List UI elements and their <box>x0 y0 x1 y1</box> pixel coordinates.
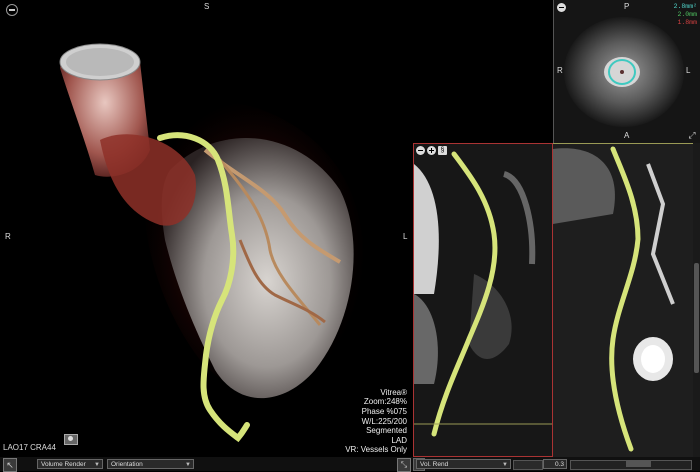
chevron-down-icon: ▼ <box>185 462 191 468</box>
info-line-vr-mode: VR: Vessels Only <box>345 445 407 455</box>
info-line-vendor: Vitrea® <box>380 387 407 397</box>
main-view-toolbar: ↖ Volume Render ▼ Orientation ▼ ⤡ <box>0 457 413 472</box>
horizontal-scrollbar-thumb[interactable] <box>626 461 651 467</box>
image-info-overlay: Vitrea® Zoom:248% Phase %075 W/L:225/200… <box>345 388 407 455</box>
horizontal-scrollbar[interactable] <box>570 460 692 470</box>
slab-thickness-value: 0.3 <box>554 461 564 468</box>
info-line-zoom: Zoom:248% <box>363 397 407 407</box>
volume-render-viewport[interactable]: S R L I Vitrea® Zoom:248% Phase %075 W/L… <box>0 0 413 471</box>
plus-icon[interactable] <box>427 146 436 155</box>
legend-diameter-min-text: 1.8mm <box>677 19 697 26</box>
info-line-phase: Phase %075 <box>361 407 407 417</box>
chevron-down-icon: ▼ <box>94 462 100 468</box>
render-mode-select[interactable]: Volume Render ▼ <box>37 459 103 469</box>
info-line-window-level: W/L:225/200 <box>361 416 407 426</box>
resize-icon[interactable]: ⤡ <box>397 458 411 472</box>
axial-cross-section-view[interactable]: P R L A 2.8mm² 2.0mm 1.8mm ⤢ <box>553 0 700 144</box>
info-line-vessel: LAD <box>391 435 407 445</box>
curved-mpr-view-left[interactable]: § <box>413 143 553 457</box>
vertical-scrollbar[interactable] <box>693 143 700 457</box>
axial-orientation-posterior: P <box>624 2 630 11</box>
minus-icon[interactable] <box>416 146 425 155</box>
orientation-left: L <box>403 232 408 241</box>
curved-mpr-image-left <box>414 144 552 456</box>
orientation-superior: S <box>204 2 210 11</box>
aorta-lumen <box>66 48 134 76</box>
view-angle-label: LAO17 CRA44 <box>3 443 56 452</box>
legend-diameter-min: 1.8mm <box>677 19 697 26</box>
curved-render-mode-select[interactable]: Vol. Rend ▼ <box>416 459 511 469</box>
legend-area-text: 2.8mm² <box>673 3 697 10</box>
render-mode-value: Volume Render <box>41 461 86 468</box>
curved-view-toolbar: ◀ Vol. Rend ▼ 0.3 <box>413 457 700 471</box>
minimize-icon[interactable] <box>6 4 18 16</box>
curved-render-mode-value: Vol. Rend <box>420 461 449 468</box>
orientation-right: R <box>5 232 11 241</box>
axial-orientation-right: R <box>557 66 563 75</box>
settings-icon[interactable]: § <box>438 146 447 155</box>
legend-diameter-max-text: 2.0mm <box>677 11 697 18</box>
legend-area: 2.8mm² <box>674 3 697 10</box>
orientation-select[interactable]: Orientation ▼ <box>107 459 194 469</box>
curved-mpr-view-right[interactable] <box>553 143 693 457</box>
slab-thickness-field[interactable]: 0.3 <box>543 459 567 469</box>
minus-icon[interactable] <box>557 3 566 12</box>
centerline-marker <box>620 70 624 74</box>
camera-icon[interactable] <box>64 434 78 445</box>
curved-mpr-image-right <box>553 144 693 457</box>
slab-slider-track[interactable] <box>513 460 543 470</box>
legend-diameter-max: 2.0mm <box>677 11 697 18</box>
info-line-segmented: Segmented <box>366 426 407 436</box>
chevron-down-icon: ▼ <box>502 462 508 468</box>
axial-orientation-left: L <box>686 66 691 75</box>
pointer-icon[interactable]: ↖ <box>3 458 17 472</box>
scrollbar-thumb[interactable] <box>694 263 699 373</box>
axial-orientation-anterior: A <box>624 131 630 140</box>
expand-icon[interactable]: ⤢ <box>687 130 697 140</box>
orientation-value: Orientation <box>111 461 143 468</box>
